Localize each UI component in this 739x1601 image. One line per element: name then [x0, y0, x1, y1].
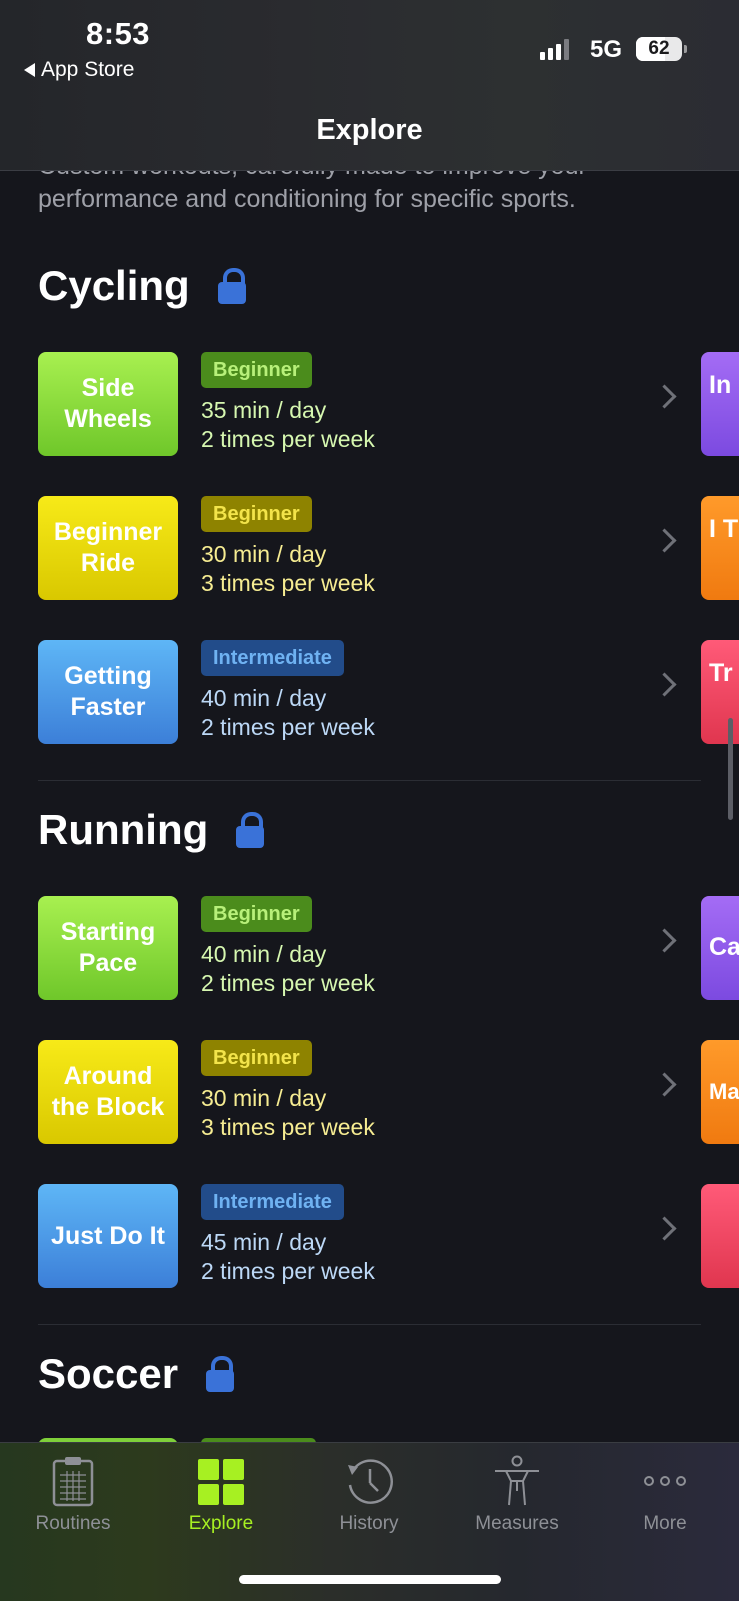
- section-divider: [38, 1324, 701, 1325]
- battery-nub: [684, 45, 687, 53]
- program-duration: 30 min / day: [201, 1085, 327, 1111]
- program-tile: Around the Block: [38, 1040, 178, 1144]
- body-figure-icon: [492, 1455, 542, 1507]
- section-title-soccer: Soccer: [38, 1350, 235, 1398]
- section-title-text: Cycling: [38, 262, 190, 309]
- program-row-getting-faster[interactable]: Getting Faster Intermediate 40 min / day…: [38, 640, 678, 744]
- program-duration: 45 min / day: [201, 1229, 327, 1255]
- network-type: 5G: [590, 36, 623, 63]
- peek-label: I Th: [709, 515, 739, 543]
- program-info: 30 min / day 3 times per week: [201, 540, 375, 598]
- level-badge: Intermediate: [201, 1184, 344, 1220]
- peek-label: In L: [709, 371, 739, 399]
- program-tile: Just Do It: [38, 1184, 178, 1288]
- program-info: 45 min / day 2 times per week: [201, 1228, 375, 1286]
- lock-icon: [217, 268, 246, 304]
- next-program-tile-peek[interactable]: Ma: [701, 1040, 739, 1144]
- program-info: 40 min / day 2 times per week: [201, 684, 375, 742]
- scrollbar[interactable]: [728, 718, 733, 820]
- tab-routines[interactable]: Routines: [13, 1455, 133, 1535]
- tab-label: History: [339, 1513, 399, 1534]
- chevron-right-icon: [652, 1216, 677, 1241]
- chevron-right-icon: [652, 672, 677, 697]
- program-row-around-the-block[interactable]: Around the Block Beginner 30 min / day 3…: [38, 1040, 678, 1144]
- program-info: 40 min / day 2 times per week: [201, 940, 375, 998]
- section-title-text: Running: [38, 806, 209, 853]
- program-tile: Starting Pace: [38, 896, 178, 1000]
- program-duration: 40 min / day: [201, 685, 327, 711]
- clipboard-icon: [48, 1455, 98, 1507]
- tab-label: Routines: [35, 1513, 111, 1534]
- next-program-tile-peek[interactable]: Tr F: [701, 640, 739, 744]
- next-program-tile-peek[interactable]: [701, 1184, 739, 1288]
- section-title-cycling: Cycling: [38, 262, 246, 310]
- level-badge: Beginner: [201, 1040, 312, 1076]
- section-title-running: Running: [38, 806, 265, 854]
- more-dots-icon: [640, 1455, 690, 1507]
- program-frequency: 2 times per week: [201, 1258, 375, 1284]
- tab-explore[interactable]: Explore: [161, 1455, 281, 1535]
- program-tile: Beginner Ride: [38, 496, 178, 600]
- peek-label: Ca: [709, 933, 739, 961]
- level-badge: Beginner: [201, 352, 312, 388]
- peek-label: Tr F: [709, 659, 739, 687]
- back-label: App Store: [41, 58, 135, 81]
- program-row-just-do-it[interactable]: Just Do It Intermediate 45 min / day 2 t…: [38, 1184, 678, 1288]
- program-frequency: 2 times per week: [201, 970, 375, 996]
- program-duration: 30 min / day: [201, 541, 327, 567]
- section-divider: [38, 780, 701, 781]
- program-duration: 35 min / day: [201, 397, 327, 423]
- chevron-right-icon: [652, 1072, 677, 1097]
- program-frequency: 3 times per week: [201, 1114, 375, 1140]
- level-badge: Intermediate: [201, 640, 344, 676]
- program-info: 30 min / day 3 times per week: [201, 1084, 375, 1142]
- peek-label: Ma: [709, 1079, 739, 1104]
- program-row-side-wheels[interactable]: Side Wheels Beginner 35 min / day 2 time…: [38, 352, 678, 456]
- status-bar: 8:53 App Store 5G 62 Explore: [0, 0, 739, 171]
- program-info: 35 min / day 2 times per week: [201, 396, 375, 454]
- next-program-tile-peek[interactable]: In L: [701, 352, 739, 456]
- section-title-text: Soccer: [38, 1350, 179, 1397]
- program-tile: Getting Faster: [38, 640, 178, 744]
- tab-label: Measures: [475, 1513, 559, 1534]
- signal-strength-icon: [540, 38, 569, 60]
- next-program-tile-peek[interactable]: I Th: [701, 496, 739, 600]
- level-badge: Beginner: [201, 896, 312, 932]
- program-frequency: 2 times per week: [201, 714, 375, 740]
- tab-history[interactable]: History: [309, 1455, 429, 1535]
- tab-measures[interactable]: Measures: [457, 1455, 577, 1535]
- program-duration: 40 min / day: [201, 941, 327, 967]
- history-clock-icon: [344, 1455, 394, 1507]
- chevron-right-icon: [652, 528, 677, 553]
- chevron-right-icon: [652, 384, 677, 409]
- level-badge: Beginner: [201, 496, 312, 532]
- back-arrow-icon: [24, 63, 35, 77]
- lock-icon: [206, 1356, 235, 1392]
- home-indicator[interactable]: [239, 1575, 501, 1584]
- tab-label: More: [643, 1513, 687, 1534]
- program-row-beginner-ride[interactable]: Beginner Ride Beginner 30 min / day 3 ti…: [38, 496, 678, 600]
- battery-percent: 62: [648, 38, 670, 59]
- back-to-app-store-link[interactable]: App Store: [24, 58, 134, 82]
- program-frequency: 2 times per week: [201, 426, 375, 452]
- grid-icon: [196, 1455, 246, 1507]
- status-time: 8:53: [86, 16, 151, 51]
- tab-label: Explore: [188, 1513, 254, 1534]
- tab-more[interactable]: More: [605, 1455, 725, 1535]
- battery-icon: 62: [636, 37, 682, 61]
- next-program-tile-peek[interactable]: Ca: [701, 896, 739, 1000]
- lock-icon: [236, 812, 265, 848]
- program-tile: Side Wheels: [38, 352, 178, 456]
- program-row-starting-pace[interactable]: Starting Pace Beginner 40 min / day 2 ti…: [38, 896, 678, 1000]
- program-frequency: 3 times per week: [201, 570, 375, 596]
- chevron-right-icon: [652, 928, 677, 953]
- page-title: Explore: [316, 114, 423, 146]
